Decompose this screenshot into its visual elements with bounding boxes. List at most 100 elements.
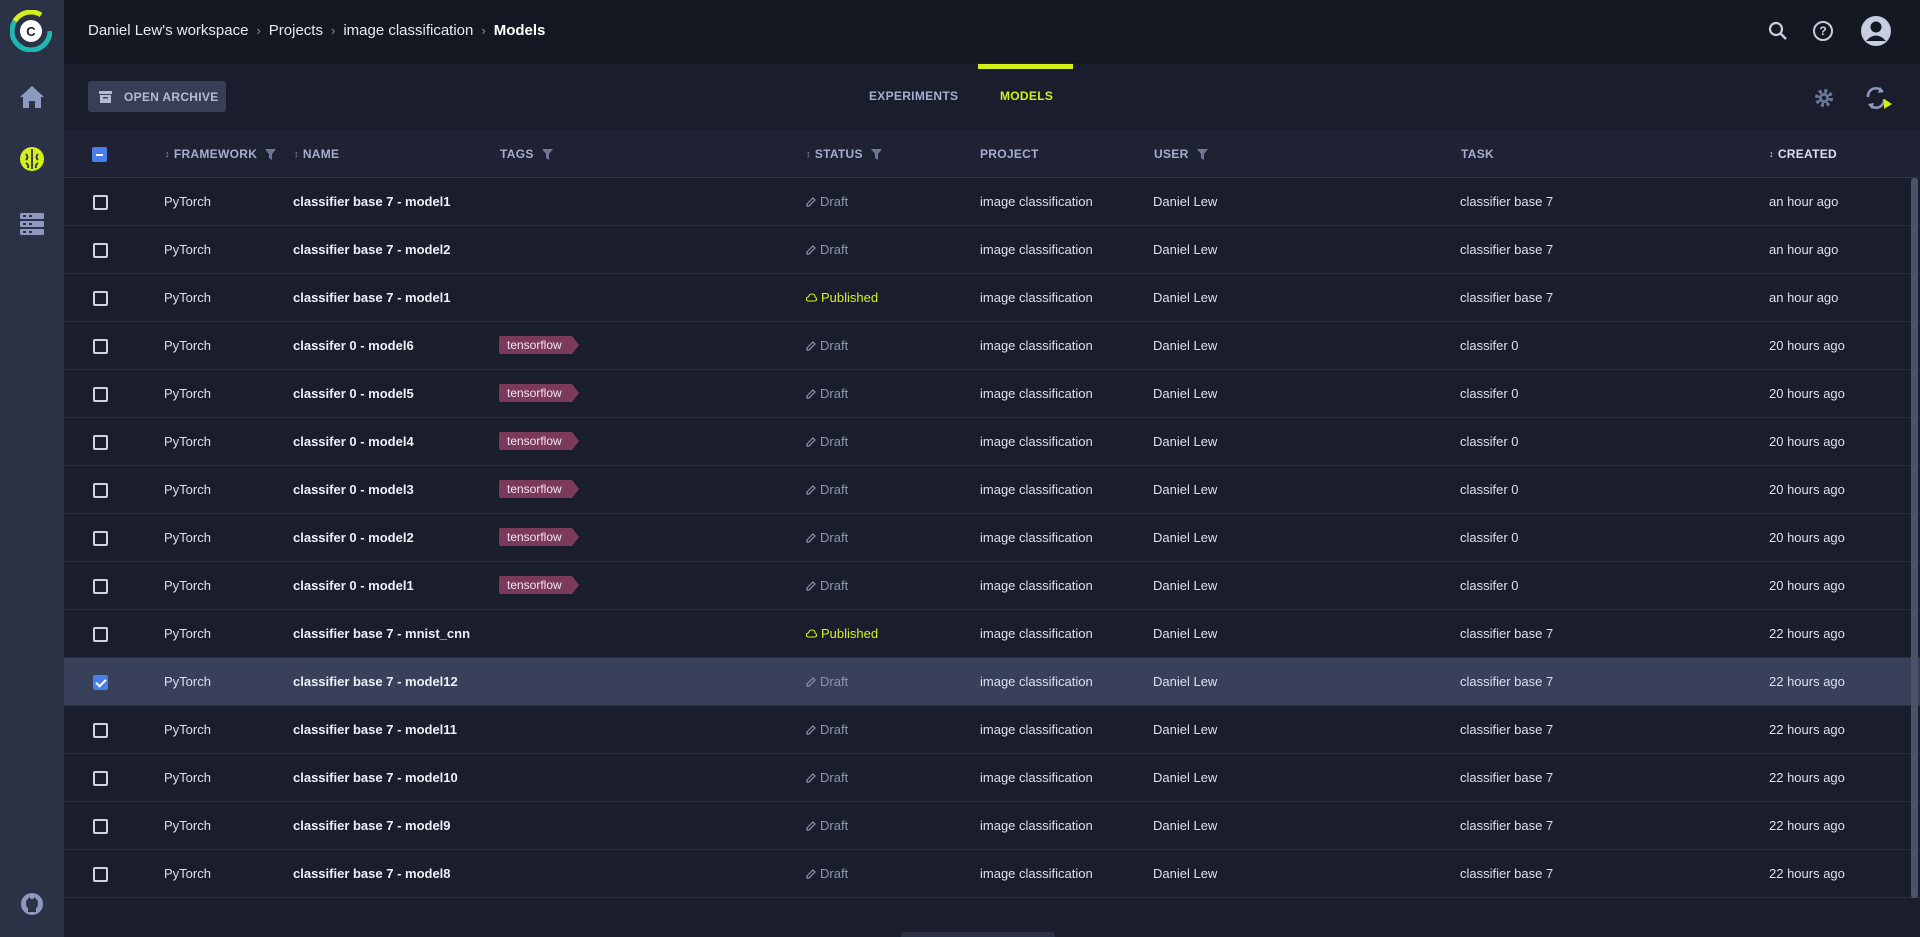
model-name-cell[interactable]: classifer 0 - model6	[293, 338, 414, 353]
table-row[interactable]: PyTorch classifier base 7 - model11 Draft i…	[64, 706, 1920, 754]
tab-models[interactable]: MODELS	[1000, 89, 1053, 103]
model-name-cell[interactable]: classifier base 7 - model12	[293, 674, 458, 689]
tab-experiments[interactable]: EXPERIMENTS	[869, 89, 958, 103]
task-cell[interactable]: classifier base 7	[1460, 674, 1553, 689]
model-name-cell[interactable]: classifier base 7 - model10	[293, 770, 458, 785]
model-name-cell[interactable]: classifer 0 - model4	[293, 434, 414, 449]
search-icon[interactable]	[1765, 18, 1791, 44]
task-cell[interactable]: classifier base 7	[1460, 722, 1553, 737]
row-checkbox[interactable]	[93, 339, 108, 354]
column-header-project[interactable]: PROJECT	[980, 147, 1039, 161]
task-cell[interactable]: classifier base 7	[1460, 626, 1553, 641]
draft-pencil-icon	[806, 724, 816, 735]
filter-icon[interactable]	[870, 148, 882, 160]
model-name-cell[interactable]: classifer 0 - model1	[293, 578, 414, 593]
row-checkbox[interactable]	[93, 291, 108, 306]
table-row[interactable]: PyTorch classifier base 7 - model2 Draft im…	[64, 226, 1920, 274]
column-header-user[interactable]: USER	[1154, 147, 1208, 161]
breadcrumb-projects[interactable]: Projects	[269, 22, 323, 39]
task-cell[interactable]: classifier base 7	[1460, 866, 1553, 881]
table-row[interactable]: PyTorch classifier base 7 - model1 Draft im…	[64, 178, 1920, 226]
model-name-cell[interactable]: classifer 0 - model3	[293, 482, 414, 497]
row-checkbox[interactable]	[93, 771, 108, 786]
filter-icon[interactable]	[541, 148, 553, 160]
filter-icon[interactable]	[265, 148, 277, 160]
row-checkbox[interactable]	[93, 819, 108, 834]
filter-icon[interactable]	[1196, 148, 1208, 160]
row-checkbox[interactable]	[93, 483, 108, 498]
column-label-task: TASK	[1461, 147, 1494, 161]
row-checkbox[interactable]	[93, 387, 108, 402]
datasets-icon[interactable]	[16, 208, 48, 240]
row-checkbox[interactable]	[93, 531, 108, 546]
column-header-created[interactable]: ↕ CREATED	[1769, 147, 1837, 161]
tag-chip[interactable]: tensorflow	[499, 384, 579, 402]
row-checkbox[interactable]	[93, 579, 108, 594]
task-cell[interactable]: classifier base 7	[1460, 818, 1553, 833]
table-row[interactable]: PyTorch classifier base 7 - model12 Draft i…	[64, 658, 1920, 706]
status-label: Draft	[820, 770, 849, 785]
task-cell[interactable]: classifer 0	[1460, 338, 1519, 353]
task-cell[interactable]: classifier base 7	[1460, 290, 1553, 305]
select-all-checkbox[interactable]	[92, 147, 107, 162]
row-checkbox[interactable]	[93, 723, 108, 738]
task-cell[interactable]: classifer 0	[1460, 386, 1519, 401]
vertical-scrollbar[interactable]	[1911, 178, 1918, 898]
task-cell[interactable]: classifier base 7	[1460, 770, 1553, 785]
help-icon[interactable]: ?	[1810, 18, 1836, 44]
table-row[interactable]: PyTorch classifer 0 - model4 tensorflow Dra…	[64, 418, 1920, 466]
row-checkbox[interactable]	[93, 867, 108, 882]
row-checkbox[interactable]	[93, 435, 108, 450]
table-row[interactable]: PyTorch classifier base 7 - model9 Draft im…	[64, 802, 1920, 850]
table-row[interactable]: PyTorch classifier base 7 - model8 Draft im…	[64, 850, 1920, 898]
home-icon[interactable]	[16, 81, 48, 113]
table-row[interactable]: PyTorch classifier base 7 - model10 Draft i…	[64, 754, 1920, 802]
table-row[interactable]: PyTorch classifier base 7 - model1 Publish…	[64, 274, 1920, 322]
task-cell[interactable]: classifer 0	[1460, 530, 1519, 545]
breadcrumb-project[interactable]: image classification	[343, 22, 473, 39]
column-header-status[interactable]: ↕ STATUS	[806, 147, 882, 161]
column-header-name[interactable]: ↕ NAME	[294, 147, 339, 161]
model-name-cell[interactable]: classifier base 7 - model11	[293, 722, 457, 737]
model-name-cell[interactable]: classifier base 7 - model2	[293, 242, 451, 257]
tag-chip[interactable]: tensorflow	[499, 480, 579, 498]
tag-chip[interactable]: tensorflow	[499, 576, 579, 594]
row-checkbox[interactable]	[93, 243, 108, 258]
model-name-cell[interactable]: classifier base 7 - model1	[293, 290, 451, 305]
user-avatar-icon[interactable]	[1859, 14, 1893, 48]
table-row[interactable]: PyTorch classifer 0 - model6 tensorflow Dra…	[64, 322, 1920, 370]
task-cell[interactable]: classifer 0	[1460, 482, 1519, 497]
status-label: Published	[821, 290, 879, 305]
tag-chip[interactable]: tensorflow	[499, 432, 579, 450]
row-checkbox[interactable]	[93, 195, 108, 210]
breadcrumb-workspace[interactable]: Daniel Lew's workspace	[88, 22, 248, 39]
open-archive-button[interactable]: OPEN ARCHIVE	[88, 81, 226, 112]
task-cell[interactable]: classifer 0	[1460, 434, 1519, 449]
auto-refresh-icon[interactable]	[1864, 84, 1892, 112]
model-name-cell[interactable]: classifer 0 - model2	[293, 530, 414, 545]
task-cell[interactable]: classifier base 7	[1460, 242, 1553, 257]
github-icon[interactable]	[16, 888, 48, 920]
row-checkbox[interactable]	[93, 675, 108, 690]
table-row[interactable]: PyTorch classifer 0 - model1 tensorflow Dra…	[64, 562, 1920, 610]
column-header-framework[interactable]: ↕ FRAMEWORK	[165, 147, 277, 161]
task-cell[interactable]: classifer 0	[1460, 578, 1519, 593]
tag-chip[interactable]: tensorflow	[499, 336, 579, 354]
settings-gear-icon[interactable]	[1810, 84, 1838, 112]
model-name-cell[interactable]: classifier base 7 - model8	[293, 866, 451, 881]
tag-chip[interactable]: tensorflow	[499, 528, 579, 546]
column-header-tags[interactable]: TAGS	[500, 147, 553, 161]
models-brain-icon[interactable]	[16, 143, 48, 175]
clearml-logo-icon[interactable]: C	[10, 10, 52, 52]
table-row[interactable]: PyTorch classifer 0 - model3 tensorflow Dra…	[64, 466, 1920, 514]
model-name-cell[interactable]: classifer 0 - model5	[293, 386, 414, 401]
table-row[interactable]: PyTorch classifier base 7 - mnist_cnn Publ…	[64, 610, 1920, 658]
row-checkbox[interactable]	[93, 627, 108, 642]
column-header-task[interactable]: TASK	[1461, 147, 1494, 161]
model-name-cell[interactable]: classifier base 7 - mnist_cnn	[293, 626, 470, 641]
table-row[interactable]: PyTorch classifer 0 - model5 tensorflow Dra…	[64, 370, 1920, 418]
model-name-cell[interactable]: classifier base 7 - model1	[293, 194, 451, 209]
table-row[interactable]: PyTorch classifer 0 - model2 tensorflow Dra…	[64, 514, 1920, 562]
task-cell[interactable]: classifier base 7	[1460, 194, 1553, 209]
model-name-cell[interactable]: classifier base 7 - model9	[293, 818, 451, 833]
